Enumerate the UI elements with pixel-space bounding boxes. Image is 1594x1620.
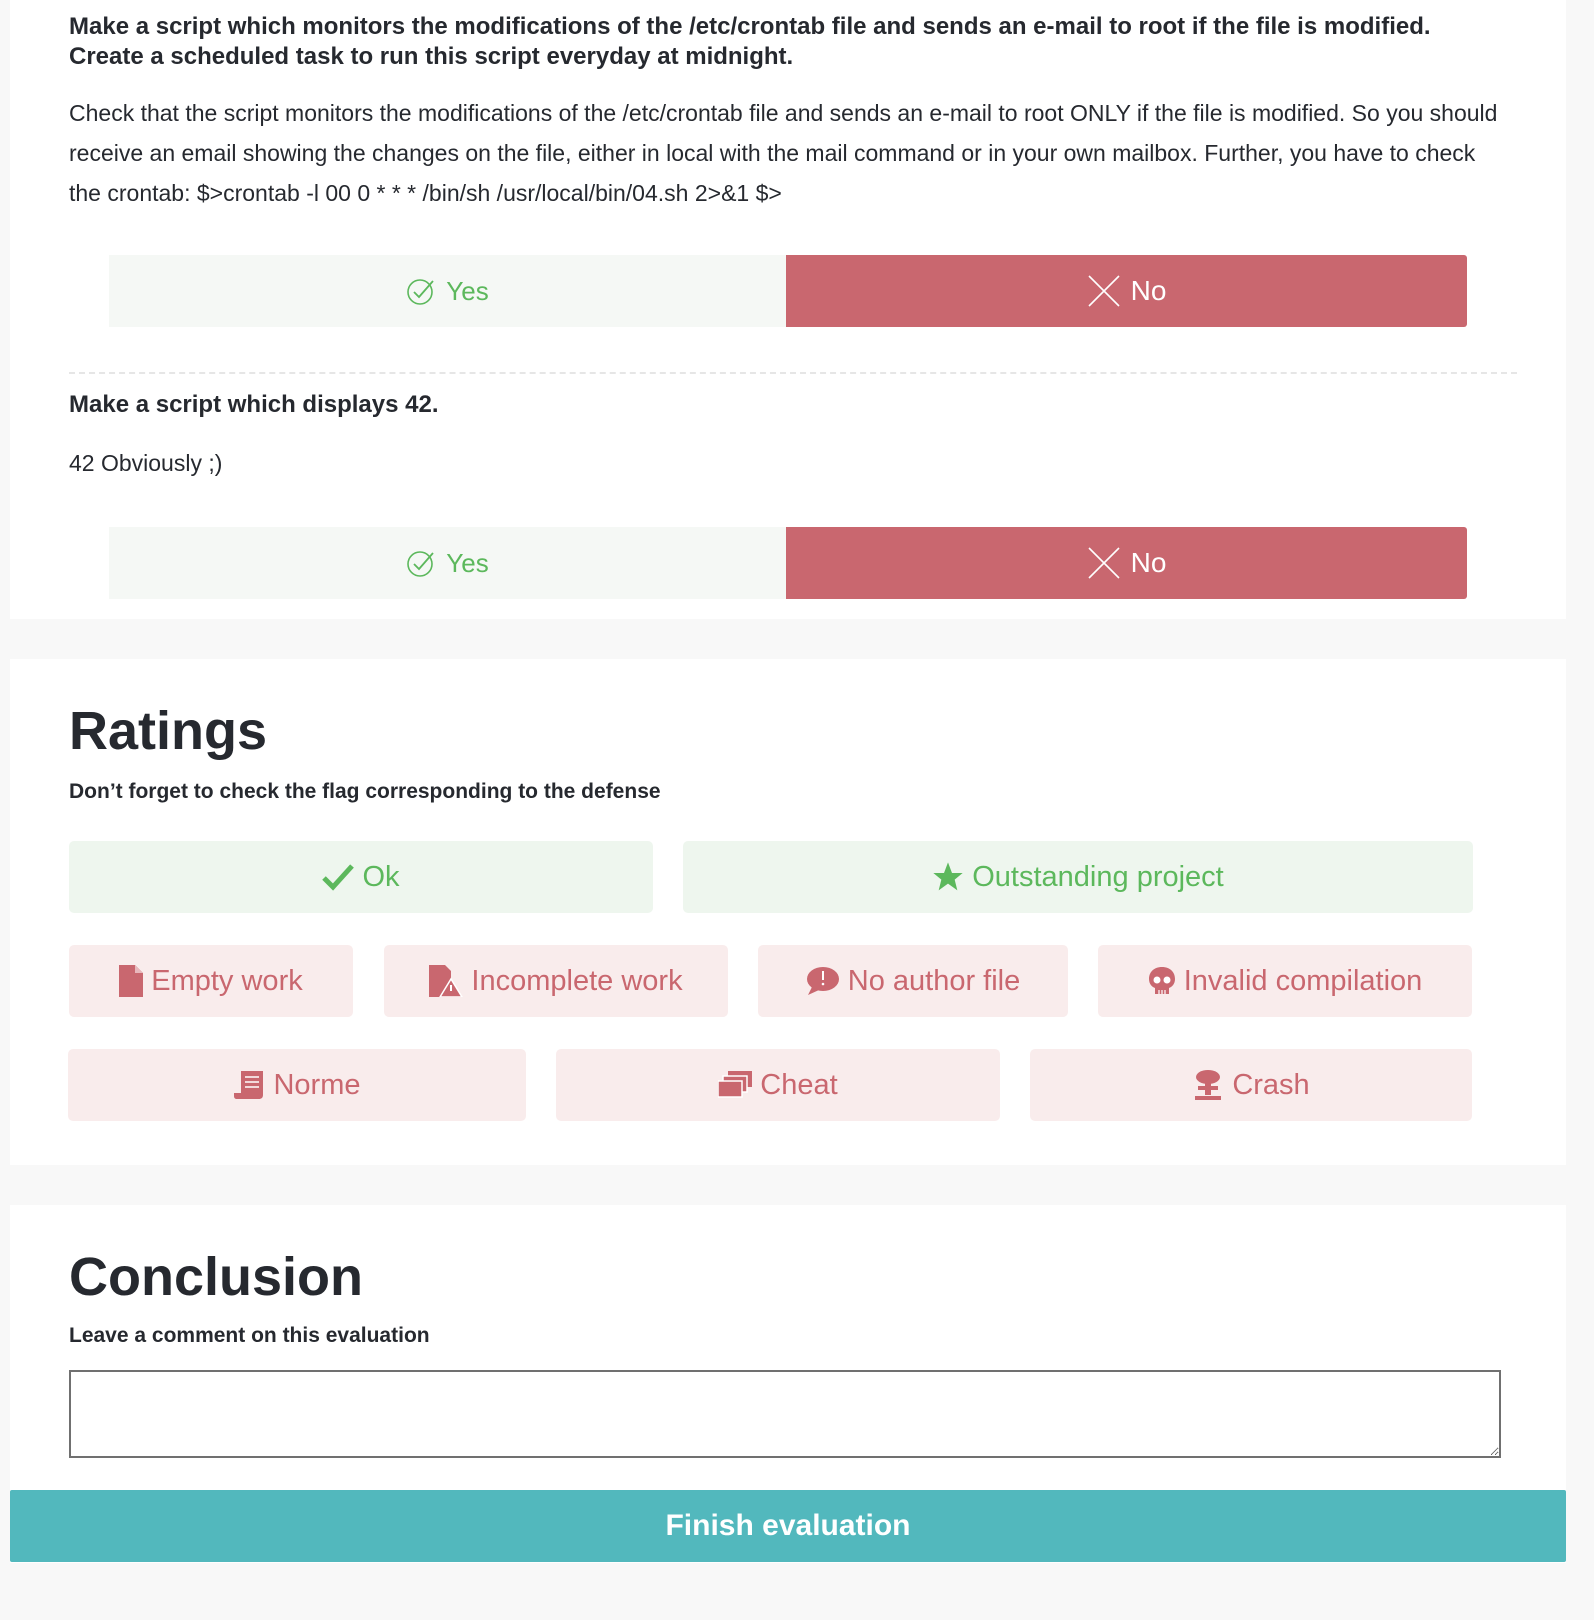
flag-label: Crash — [1232, 1068, 1310, 1101]
ratings-subtitle: Don’t forget to check the flag correspon… — [69, 780, 661, 803]
skull-icon — [1148, 966, 1176, 996]
ratings-title: Ratings — [69, 701, 268, 761]
yes-no-toggle: Yes No — [109, 527, 1467, 599]
flag-invalid-compilation-button[interactable]: Invalid compilation — [1098, 945, 1472, 1017]
flag-label: Incomplete work — [471, 964, 683, 997]
flag-outstanding-button[interactable]: Outstanding project — [683, 841, 1473, 913]
question-title: Make a script which displays 42. — [69, 391, 439, 418]
flag-ok-button[interactable]: Ok — [69, 841, 653, 913]
flag-incomplete-work-button[interactable]: Incomplete work — [384, 945, 728, 1017]
yes-button[interactable]: Yes — [109, 527, 786, 599]
flag-label: Ok — [362, 860, 400, 893]
flag-label: No author file — [847, 964, 1021, 997]
flag-crash-button[interactable]: Crash — [1030, 1049, 1472, 1121]
yes-no-toggle: Yes No — [109, 255, 1467, 327]
flag-cheat-button[interactable]: Cheat — [556, 1049, 1000, 1121]
close-icon — [1087, 546, 1121, 580]
comment-textarea[interactable] — [69, 1370, 1501, 1458]
no-label: No — [1130, 547, 1167, 578]
star-icon — [932, 861, 964, 893]
questions-card: Make a script which monitors the modific… — [10, 0, 1566, 619]
speech-bubble-alert-icon — [806, 966, 840, 996]
file-warning-icon — [429, 965, 464, 997]
flag-label: Cheat — [760, 1068, 838, 1101]
flag-label: Invalid compilation — [1183, 964, 1423, 997]
mushroom-cloud-icon — [1192, 1069, 1224, 1101]
file-icon — [119, 965, 144, 997]
yes-label: Yes — [446, 547, 489, 578]
yes-label: Yes — [446, 275, 489, 306]
question-description: 42 Obviously ;) — [69, 450, 223, 476]
flag-label: Outstanding project — [972, 860, 1224, 893]
question-description: Check that the script monitors the modif… — [69, 100, 1498, 206]
circle-check-icon — [406, 548, 436, 578]
flag-no-author-file-button[interactable]: No author file — [758, 945, 1068, 1017]
check-icon — [322, 863, 355, 891]
no-button[interactable]: No — [786, 527, 1467, 599]
close-icon — [1087, 274, 1121, 308]
flag-empty-work-button[interactable]: Empty work — [69, 945, 353, 1017]
no-label: No — [1130, 275, 1167, 306]
cards-icon — [718, 1071, 753, 1099]
conclusion-subtitle: Leave a comment on this evaluation — [69, 1324, 430, 1347]
question-divider — [69, 372, 1517, 374]
ratings-card: Ratings Don’t forget to check the flag c… — [10, 659, 1566, 1165]
conclusion-title: Conclusion — [69, 1247, 363, 1307]
yes-button[interactable]: Yes — [109, 255, 786, 327]
scroll-icon — [233, 1069, 265, 1101]
no-button[interactable]: No — [786, 255, 1467, 327]
circle-check-icon — [406, 276, 436, 306]
finish-evaluation-button[interactable]: Finish evaluation — [10, 1490, 1566, 1562]
question-title: Make a script which monitors the modific… — [69, 13, 1431, 70]
flag-label: Empty work — [151, 964, 303, 997]
flag-norme-button[interactable]: Norme — [68, 1049, 526, 1121]
flag-label: Norme — [273, 1068, 361, 1101]
